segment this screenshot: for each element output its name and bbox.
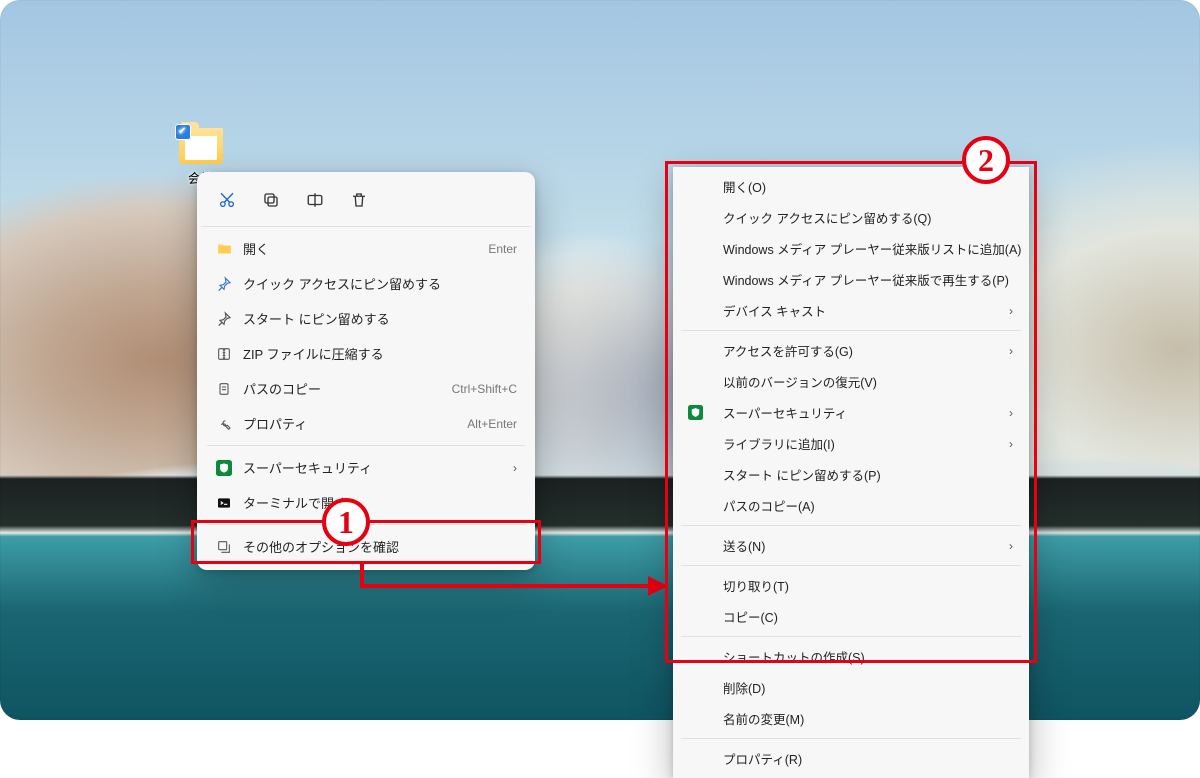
menu1-props-label: プロパティ: [235, 414, 447, 433]
wrench-icon: [213, 416, 235, 432]
menu1-security-label: スーパーセキュリティ: [235, 458, 497, 477]
pin-start-icon: [213, 311, 235, 327]
security-shield-icon: [213, 460, 235, 476]
delete-icon[interactable]: [339, 182, 379, 218]
menu1-pin-start[interactable]: スタート にピン留めする: [201, 301, 531, 336]
folder-paper-icon: [185, 136, 217, 160]
menu1-zip[interactable]: ZIP ファイルに圧縮する: [201, 336, 531, 371]
callout-arrow-horiz: [360, 584, 650, 588]
menu1-pin-quick-label: クイック アクセスにピン留めする: [235, 274, 517, 293]
menu1-open-label: 開く: [235, 239, 468, 258]
menu2-rename-label: 名前の変更(M): [715, 709, 1011, 728]
callout-badge-2: 2: [962, 136, 1010, 184]
menu1-props-accel: Alt+Enter: [447, 417, 517, 431]
menu1-copy-path-label: パスのコピー: [235, 379, 432, 398]
callout-badge-1: 1: [322, 498, 370, 546]
context-menu-icon-row: [201, 178, 531, 227]
callout-box-2: [665, 161, 1037, 663]
chevron-right-icon: ›: [497, 461, 517, 475]
menu2-props-label: プロパティ(R): [715, 749, 1011, 768]
separator: [681, 738, 1021, 739]
menu1-open[interactable]: 開く Enter: [201, 231, 531, 266]
menu1-open-accel: Enter: [468, 242, 517, 256]
zip-icon: [213, 346, 235, 362]
copy-icon[interactable]: [251, 182, 291, 218]
pin-icon: [213, 276, 235, 292]
menu1-terminal-label: ターミナルで開く: [235, 493, 517, 512]
menu1-copy-path-accel: Ctrl+Shift+C: [432, 382, 517, 396]
menu1-copy-path[interactable]: パスのコピー Ctrl+Shift+C: [201, 371, 531, 406]
copy-path-icon: [213, 381, 235, 397]
sync-check-icon: ✔: [178, 126, 186, 137]
menu2-rename[interactable]: 名前の変更(M): [675, 703, 1027, 734]
folder-open-icon: [213, 240, 235, 257]
terminal-icon: [213, 495, 235, 511]
menu2-delete[interactable]: 削除(D): [675, 672, 1027, 703]
menu1-zip-label: ZIP ファイルに圧縮する: [235, 344, 517, 363]
menu2-props[interactable]: プロパティ(R): [675, 743, 1027, 774]
menu1-props[interactable]: プロパティ Alt+Enter: [201, 406, 531, 441]
separator: [207, 445, 525, 446]
menu1-pin-quick[interactable]: クイック アクセスにピン留めする: [201, 266, 531, 301]
cut-icon[interactable]: [207, 182, 247, 218]
menu1-security[interactable]: スーパーセキュリティ ›: [201, 450, 531, 485]
rename-icon[interactable]: [295, 182, 335, 218]
folder-icon: ✔: [179, 128, 223, 164]
menu2-delete-label: 削除(D): [715, 678, 1011, 697]
menu1-pin-start-label: スタート にピン留めする: [235, 309, 517, 328]
